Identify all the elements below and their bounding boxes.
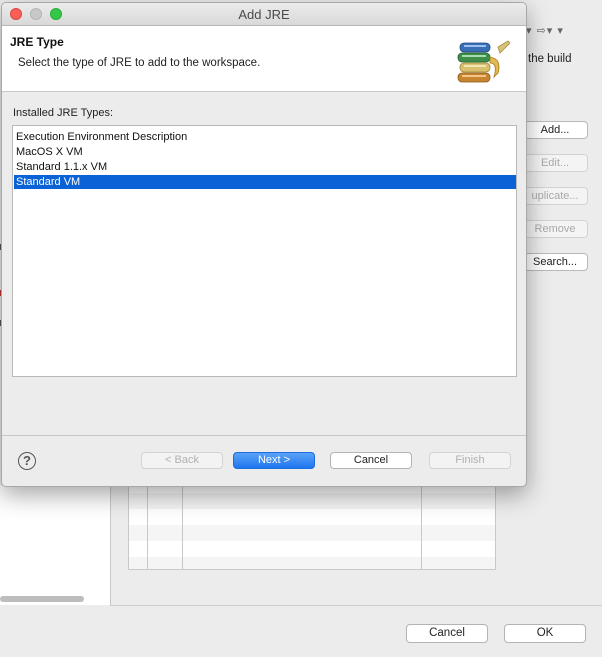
- cancel-button[interactable]: Cancel: [330, 452, 412, 469]
- list-item-execution-environment[interactable]: Execution Environment Description: [14, 130, 516, 144]
- background-ok-button[interactable]: OK: [504, 624, 586, 643]
- table-column-divider: [147, 485, 148, 569]
- table-column-divider: [421, 485, 422, 569]
- help-icon[interactable]: ?: [18, 452, 36, 470]
- background-cancel-button[interactable]: Cancel: [406, 624, 488, 643]
- jre-types-list[interactable]: Execution Environment Description MacOS …: [12, 125, 517, 377]
- list-item-macos-x-vm[interactable]: MacOS X VM: [14, 145, 516, 159]
- background-divider: [110, 605, 602, 606]
- table-column-divider: [182, 485, 183, 569]
- background-toolbar[interactable]: ▾ ⇨▾ ▾: [526, 24, 564, 37]
- table-row: [129, 493, 495, 509]
- remove-jre-button[interactable]: Remove: [522, 220, 588, 238]
- dialog-title: Add JRE: [238, 7, 290, 22]
- back-button[interactable]: < Back: [141, 452, 223, 469]
- next-button[interactable]: Next >: [233, 452, 315, 469]
- add-jre-dialog: Add JRE JRE Type Select the type of JRE …: [1, 2, 527, 487]
- table-row: [129, 525, 495, 541]
- wizard-page-description: Select the type of JRE to add to the wor…: [18, 57, 261, 69]
- duplicate-jre-button[interactable]: uplicate...: [522, 187, 588, 205]
- background-scrollbar[interactable]: [0, 596, 84, 602]
- books-icon: [457, 39, 510, 83]
- finish-button[interactable]: Finish: [429, 452, 511, 469]
- installed-jre-types-label: Installed JRE Types:: [13, 107, 114, 119]
- edit-jre-button[interactable]: Edit...: [522, 154, 588, 172]
- background-table[interactable]: [128, 485, 496, 570]
- footer-separator: [2, 435, 526, 436]
- table-row: [129, 557, 495, 569]
- list-item-standard-1-1-vm[interactable]: Standard 1.1.x VM: [14, 160, 516, 174]
- search-jre-button[interactable]: Search...: [522, 253, 588, 271]
- list-item-standard-vm[interactable]: Standard VM: [14, 175, 516, 189]
- wizard-page-title: JRE Type: [10, 35, 64, 49]
- add-jre-button[interactable]: Add...: [522, 121, 588, 139]
- wizard-header: JRE Type Select the type of JRE to add t…: [2, 26, 526, 92]
- background-build-text: the build: [528, 53, 572, 65]
- dialog-titlebar[interactable]: Add JRE: [2, 3, 526, 26]
- background-left-panel: [0, 485, 111, 605]
